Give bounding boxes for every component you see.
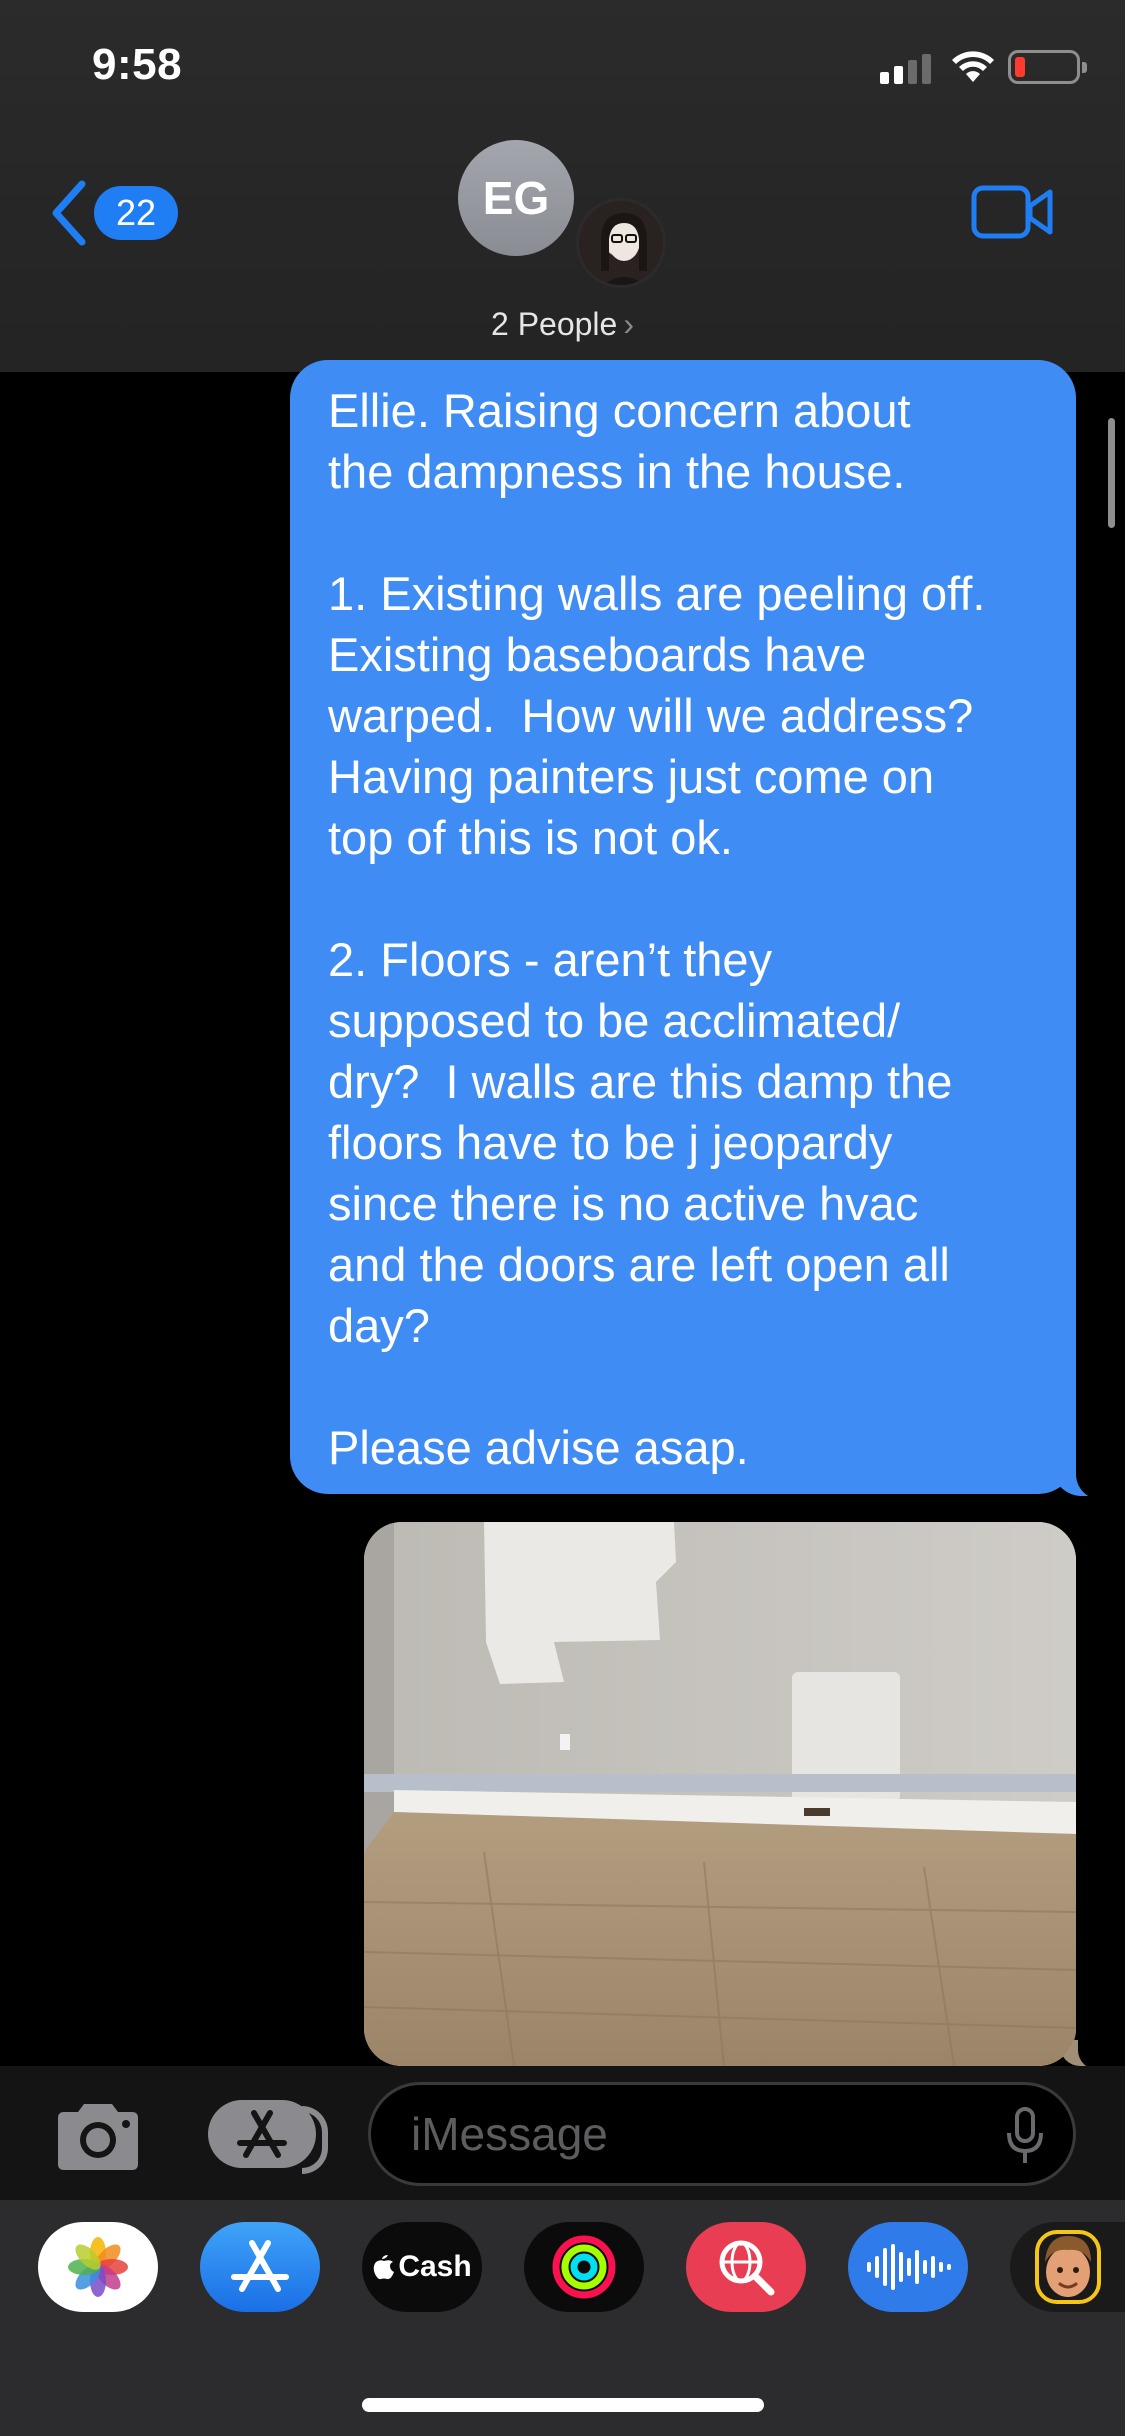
web-images-button[interactable] bbox=[686, 2222, 806, 2312]
apple-cash-icon bbox=[374, 2255, 395, 2280]
status-time: 9:58 bbox=[92, 40, 183, 89]
app-store-icon bbox=[231, 2240, 289, 2292]
participant-photo-icon bbox=[601, 213, 647, 285]
message-input[interactable]: iMessage bbox=[368, 2082, 1076, 2186]
video-call-icon[interactable] bbox=[970, 184, 1054, 240]
audio-message-button[interactable] bbox=[848, 2222, 968, 2312]
chevron-right-icon: › bbox=[623, 306, 634, 342]
photo-attachment[interactable] bbox=[364, 1522, 1076, 2066]
web-images-icon bbox=[719, 2240, 775, 2296]
participants-label: 2 People bbox=[491, 306, 618, 342]
message-text: Ellie. Raising concern about the dampnes… bbox=[328, 384, 986, 1474]
unread-count-badge: 22 bbox=[94, 186, 179, 240]
room-photo-image bbox=[364, 1522, 1076, 2066]
participants-button[interactable]: 2 People › bbox=[0, 306, 1125, 343]
apps-button[interactable] bbox=[208, 2100, 328, 2174]
photo-bubble-tail-mask bbox=[1078, 2030, 1118, 2070]
activity-button[interactable] bbox=[524, 2222, 644, 2312]
wifi-icon bbox=[952, 51, 994, 82]
back-chevron-icon bbox=[52, 180, 86, 246]
battery-icon bbox=[1008, 50, 1087, 84]
message-input-placeholder: iMessage bbox=[411, 2108, 608, 2160]
home-indicator[interactable] bbox=[362, 2398, 764, 2412]
back-button[interactable]: 22 bbox=[48, 180, 179, 246]
app-store-icon bbox=[237, 2110, 287, 2158]
microphone-icon[interactable] bbox=[1005, 2107, 1045, 2165]
memoji-button[interactable] bbox=[1010, 2222, 1125, 2312]
apple-cash-button[interactable]: Cash bbox=[362, 2222, 482, 2312]
bubble-tail-mask bbox=[1076, 1440, 1116, 1500]
photos-icon bbox=[68, 2237, 128, 2297]
activity-icon bbox=[552, 2235, 616, 2299]
participant-avatar[interactable] bbox=[576, 198, 666, 288]
outgoing-message-bubble[interactable]: Ellie. Raising concern about the dampnes… bbox=[290, 360, 1076, 1494]
group-avatar[interactable]: EG bbox=[458, 140, 574, 256]
cellular-signal-icon bbox=[880, 52, 931, 84]
conversation-header: 9:58 22 EG 2 People › bbox=[0, 0, 1125, 372]
scroll-indicator[interactable] bbox=[1108, 418, 1115, 528]
apple-cash-label: Cash bbox=[398, 2250, 472, 2283]
app-store-button[interactable] bbox=[200, 2222, 320, 2312]
camera-icon[interactable] bbox=[52, 2100, 144, 2172]
audio-message-icon bbox=[867, 2244, 951, 2290]
memoji-icon bbox=[1034, 2230, 1101, 2304]
photos-app-button[interactable] bbox=[38, 2222, 158, 2312]
